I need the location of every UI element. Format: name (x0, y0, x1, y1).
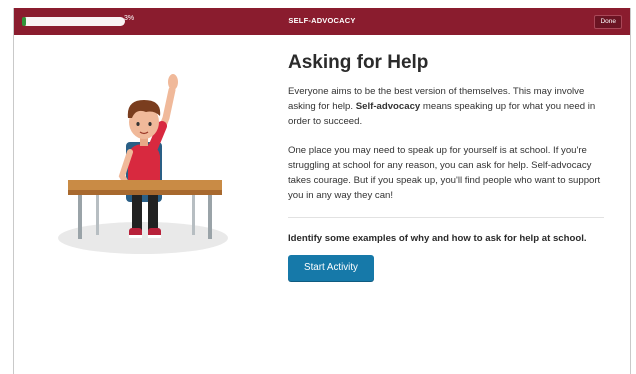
shirt (128, 144, 160, 186)
desk-leg (78, 195, 82, 239)
floor-shadow (58, 222, 228, 254)
student-illustration (58, 74, 228, 254)
desk-leg (208, 195, 212, 239)
sole-left (129, 235, 142, 238)
left-eye (136, 122, 140, 126)
frame-border-left (13, 8, 14, 374)
lesson-heading: Asking for Help (288, 52, 429, 73)
raised-hand (168, 74, 178, 90)
desk-leg (192, 195, 195, 235)
pants-right (148, 195, 158, 231)
sole-right (148, 235, 161, 238)
intro-bold-term: Self-advocacy (355, 101, 421, 112)
desk-edge (68, 190, 222, 195)
start-activity-button[interactable]: Start Activity (288, 255, 374, 281)
section-divider (288, 217, 604, 218)
right-eye (148, 122, 152, 126)
activity-prompt: Identify some examples of why and how to… (288, 233, 587, 244)
frame-border-right (630, 8, 631, 374)
desk-top (68, 180, 222, 190)
intro-paragraph: Everyone aims to be the best version of … (288, 84, 608, 129)
page-title: SELF-ADVOCACY (288, 16, 356, 25)
done-button[interactable]: Done (594, 15, 622, 29)
app-frame: 3% SELF-ADVOCACY Done Asking for Help Ev… (0, 0, 636, 374)
school-paragraph: One place you may need to speak up for y… (288, 145, 601, 201)
pants-left (132, 195, 142, 231)
header-bar: 3% SELF-ADVOCACY Done (14, 8, 630, 35)
lesson-content: Asking for Help Everyone aims to be the … (288, 52, 608, 281)
desk-leg (96, 195, 99, 235)
